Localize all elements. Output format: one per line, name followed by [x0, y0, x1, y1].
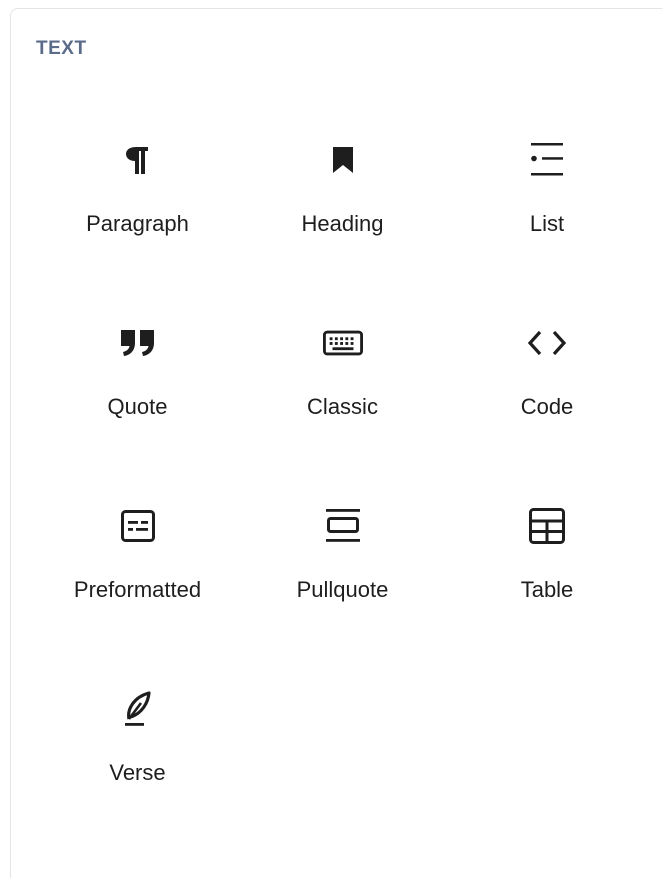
block-pullquote[interactable]: Pullquote [240, 474, 445, 657]
bookmark-icon [323, 140, 363, 180]
paragraph-icon [118, 140, 158, 180]
block-heading[interactable]: Heading [240, 108, 445, 291]
block-label: Classic [307, 394, 378, 419]
block-label: Table [520, 577, 574, 602]
block-preformatted[interactable]: Preformatted [35, 474, 240, 657]
block-verse[interactable]: Verse [35, 657, 240, 840]
table-icon [527, 506, 567, 546]
preformatted-icon [118, 506, 158, 546]
block-table[interactable]: Table [445, 474, 649, 657]
block-label: Pullquote [296, 577, 389, 602]
block-label: Verse [109, 760, 166, 785]
list-icon [527, 140, 567, 180]
block-label: Code [520, 394, 574, 419]
block-quote[interactable]: Quote [35, 291, 240, 474]
block-list[interactable]: List [445, 108, 649, 291]
block-grid: Paragraph Heading List Quote Classic Cod… [35, 108, 649, 840]
block-label: Preformatted [73, 577, 202, 602]
pullquote-icon [323, 506, 363, 546]
block-classic[interactable]: Classic [240, 291, 445, 474]
block-label: Quote [107, 394, 168, 419]
code-icon [527, 323, 567, 363]
block-code[interactable]: Code [445, 291, 649, 474]
quote-icon [118, 323, 158, 363]
block-paragraph[interactable]: Paragraph [35, 108, 240, 291]
block-label: List [529, 211, 565, 236]
keyboard-icon [322, 323, 363, 363]
block-label: Paragraph [86, 211, 189, 236]
feather-icon [118, 689, 158, 729]
block-label: Heading [301, 211, 384, 236]
section-title: TEXT [36, 38, 87, 59]
